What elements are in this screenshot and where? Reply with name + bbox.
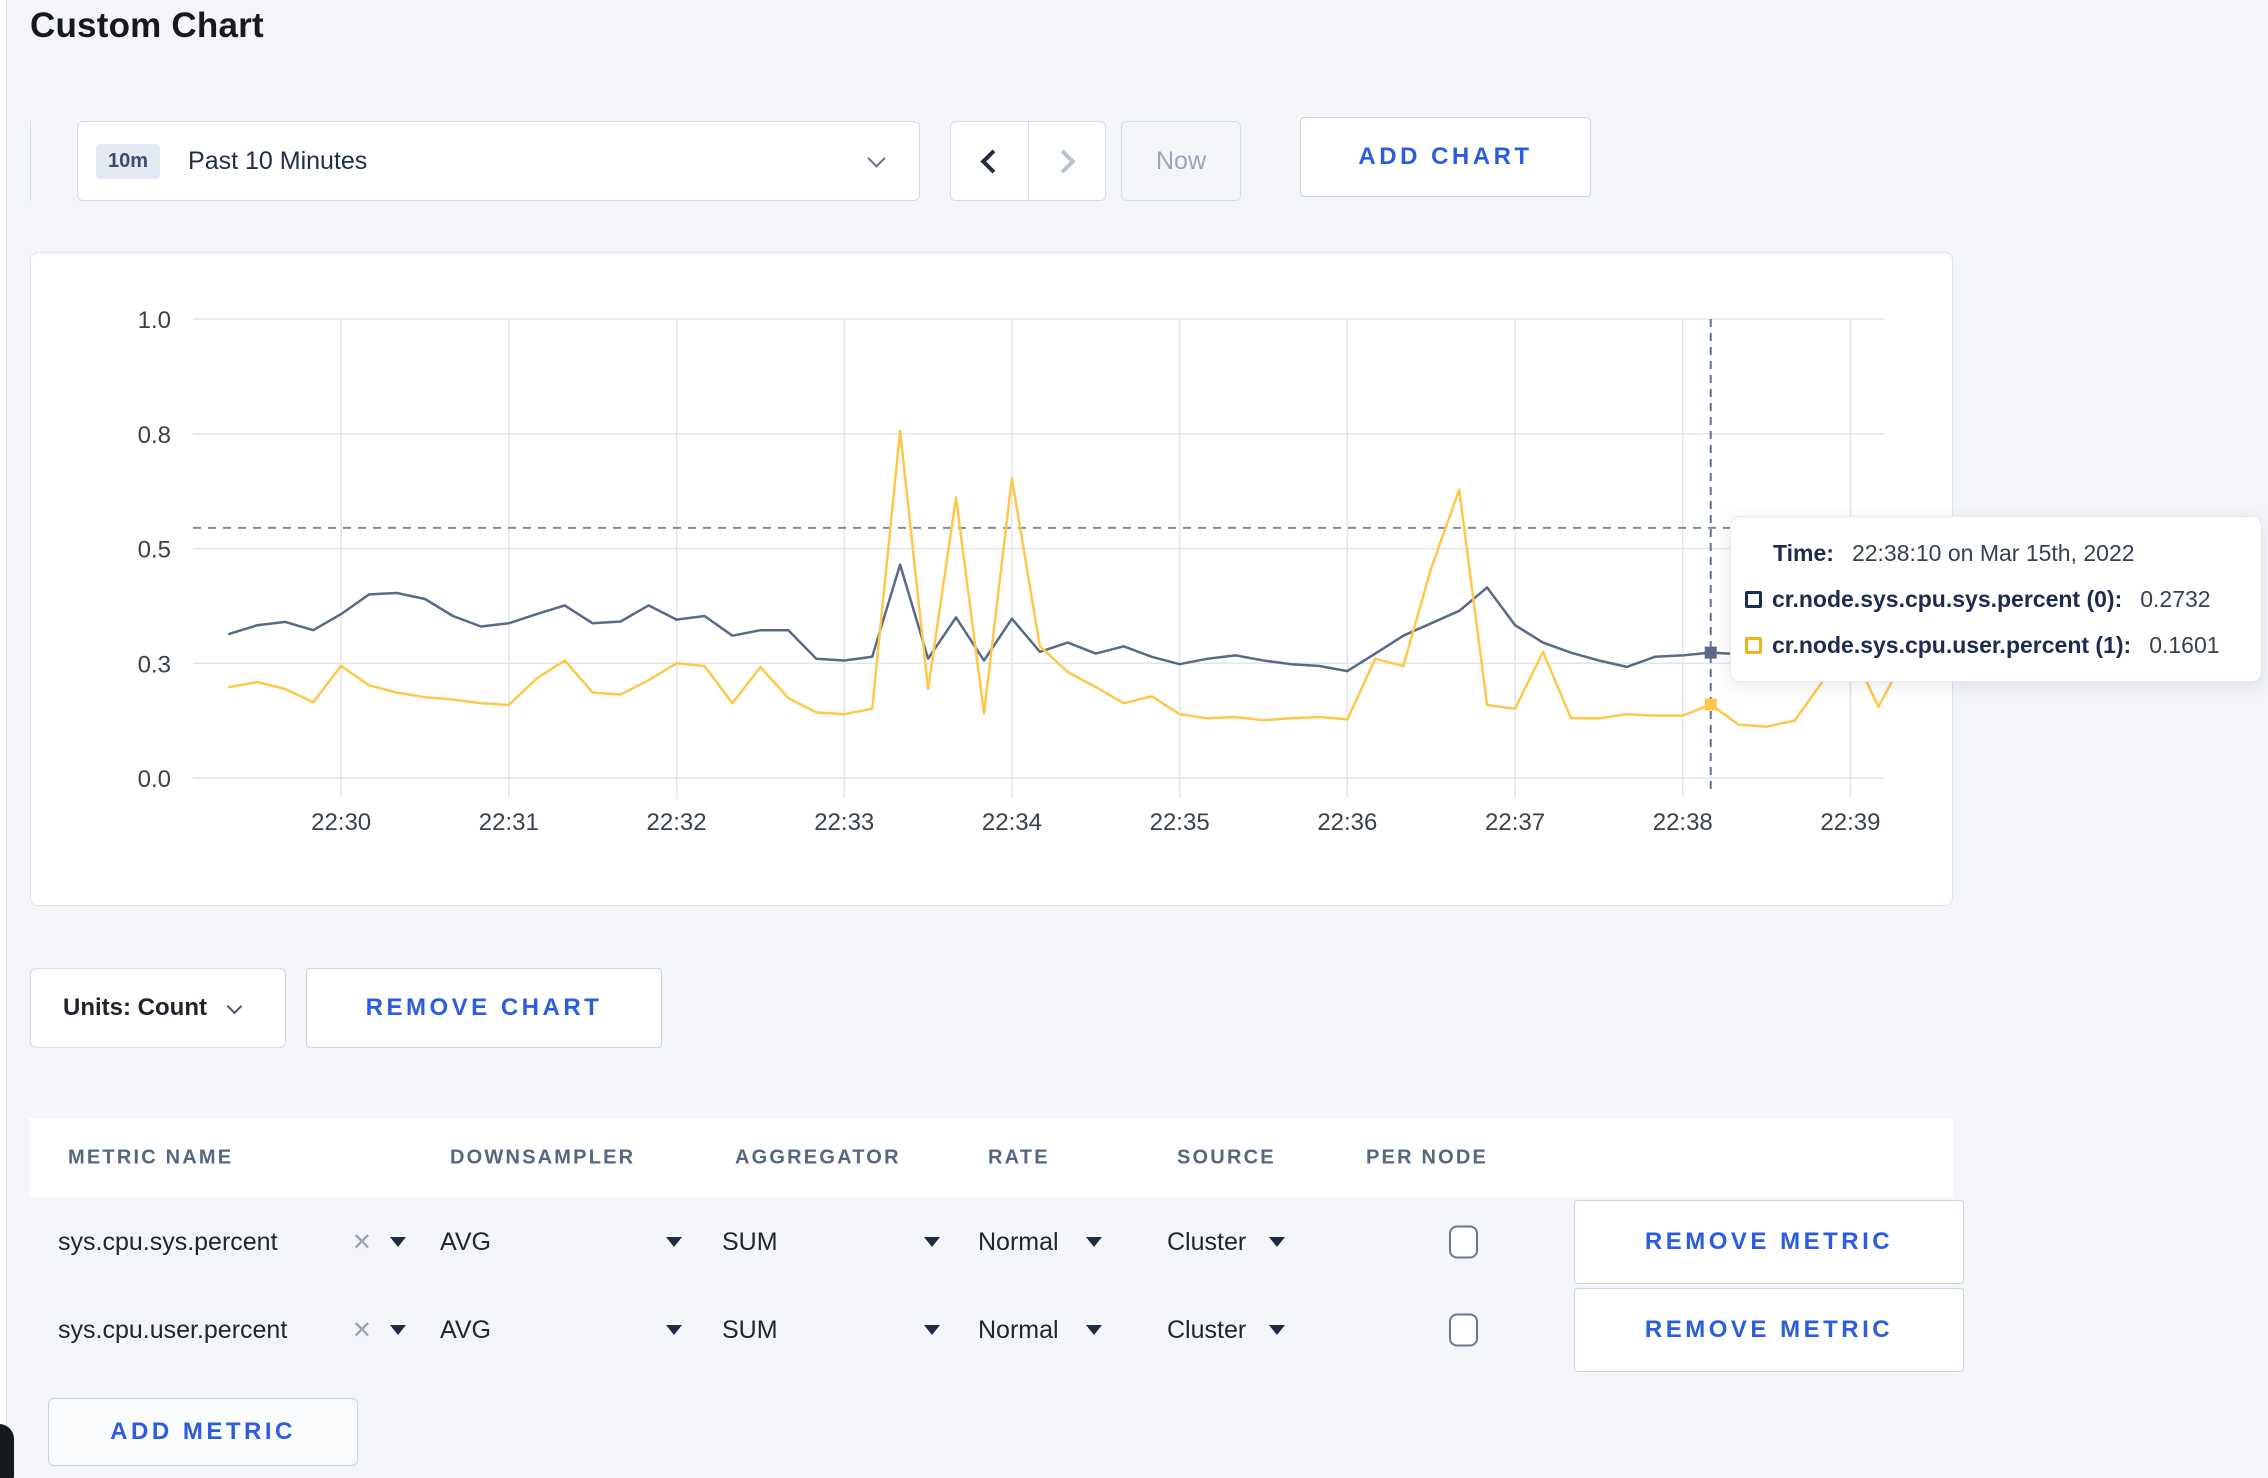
svg-text:0.8: 0.8 bbox=[138, 422, 171, 449]
prev-time-button[interactable] bbox=[951, 122, 1028, 200]
caret-down-icon bbox=[666, 1325, 682, 1335]
source-value: Cluster bbox=[1167, 1315, 1247, 1344]
svg-text:0.5: 0.5 bbox=[138, 537, 171, 564]
chart-tooltip: Time: 22:38:10 on Mar 15th, 2022 cr.node… bbox=[1730, 516, 2262, 682]
metric-name-select[interactable]: sys.cpu.sys.percent ✕ bbox=[58, 1200, 406, 1284]
caret-down-icon bbox=[390, 1237, 406, 1247]
metrics-table-header: METRIC NAME DOWNSAMPLER AGGREGATOR RATE … bbox=[29, 1118, 1953, 1197]
overlay-fragment bbox=[0, 1424, 14, 1478]
time-pager bbox=[950, 121, 1106, 201]
caret-down-icon bbox=[1269, 1237, 1285, 1247]
units-label: Units: Count bbox=[63, 994, 207, 1021]
custom-chart-page: Custom Chart 10m Past 10 Minutes Now ADD… bbox=[0, 0, 2268, 1478]
metric-name-select[interactable]: sys.cpu.user.percent ✕ bbox=[58, 1288, 406, 1372]
caret-down-icon bbox=[390, 1325, 406, 1335]
cpu-chart-plot[interactable]: 0.0 0.3 0.5 0.8 1.0 22:30 22:31 22:32 22:33 22:34… bbox=[31, 253, 1954, 907]
rate-value: Normal bbox=[978, 1227, 1059, 1256]
toolbar-divider bbox=[30, 121, 31, 201]
svg-text:22:32: 22:32 bbox=[647, 809, 707, 836]
rate-select[interactable]: Normal bbox=[978, 1288, 1102, 1372]
chevron-left-icon bbox=[980, 148, 1005, 174]
downsampler-select[interactable]: AVG bbox=[440, 1200, 682, 1284]
svg-text:22:31: 22:31 bbox=[479, 809, 539, 836]
time-window-dropdown[interactable]: 10m Past 10 Minutes bbox=[77, 121, 920, 201]
svg-text:22:36: 22:36 bbox=[1317, 809, 1377, 836]
window-edge bbox=[0, 0, 7, 1478]
now-button[interactable]: Now bbox=[1121, 121, 1241, 201]
caret-down-icon bbox=[1086, 1325, 1102, 1335]
tooltip-time-row: Time: 22:38:10 on Mar 15th, 2022 bbox=[1731, 530, 2261, 576]
rate-value: Normal bbox=[978, 1315, 1059, 1344]
remove-metric-button[interactable]: REMOVE METRIC bbox=[1574, 1200, 1964, 1284]
caret-down-icon bbox=[1269, 1325, 1285, 1335]
svg-text:22:33: 22:33 bbox=[814, 809, 874, 836]
tooltip-series-row: cr.node.sys.cpu.user.percent (1): 0.1601 bbox=[1731, 622, 2261, 668]
time-window-label: Past 10 Minutes bbox=[188, 146, 368, 175]
svg-text:22:30: 22:30 bbox=[311, 809, 371, 836]
caret-down-icon bbox=[924, 1237, 940, 1247]
caret-down-icon bbox=[1086, 1237, 1102, 1247]
downsampler-value: AVG bbox=[440, 1315, 491, 1344]
metric-row: sys.cpu.user.percent ✕ AVG SUM Normal Cl… bbox=[29, 1288, 1964, 1372]
tooltip-series-value: 0.1601 bbox=[2149, 631, 2220, 658]
svg-text:22:34: 22:34 bbox=[982, 809, 1042, 836]
tooltip-series-label: cr.node.sys.cpu.user.percent (1): bbox=[1772, 631, 2132, 658]
chevron-right-icon bbox=[1051, 148, 1076, 174]
svg-text:0.3: 0.3 bbox=[138, 651, 171, 678]
col-header-downsampler: DOWNSAMPLER bbox=[450, 1146, 636, 1168]
source-select[interactable]: Cluster bbox=[1167, 1288, 1285, 1372]
next-time-button[interactable] bbox=[1027, 122, 1106, 200]
tooltip-series-label: cr.node.sys.cpu.sys.percent (0): bbox=[1772, 585, 2123, 612]
per-node-checkbox[interactable] bbox=[1449, 1225, 1478, 1259]
svg-text:22:37: 22:37 bbox=[1485, 809, 1545, 836]
source-value: Cluster bbox=[1167, 1227, 1247, 1256]
col-header-source: SOURCE bbox=[1177, 1146, 1276, 1168]
clear-metric-icon[interactable]: ✕ bbox=[352, 1228, 372, 1257]
col-header-metric-name: METRIC NAME bbox=[68, 1146, 234, 1168]
metric-row: sys.cpu.sys.percent ✕ AVG SUM Normal Clu… bbox=[29, 1200, 1964, 1284]
svg-text:22:39: 22:39 bbox=[1820, 809, 1880, 836]
time-window-badge: 10m bbox=[96, 143, 161, 179]
tooltip-series-row: cr.node.sys.cpu.sys.percent (0): 0.2732 bbox=[1731, 576, 2261, 622]
svg-text:1.0: 1.0 bbox=[138, 307, 171, 334]
source-select[interactable]: Cluster bbox=[1167, 1200, 1285, 1284]
per-node-checkbox[interactable] bbox=[1449, 1313, 1478, 1347]
remove-chart-button[interactable]: REMOVE CHART bbox=[306, 968, 662, 1048]
chart-panel: 0.0 0.3 0.5 0.8 1.0 22:30 22:31 22:32 22:33 22:34… bbox=[30, 252, 1953, 906]
downsampler-select[interactable]: AVG bbox=[440, 1288, 682, 1372]
col-header-per-node: PER NODE bbox=[1366, 1146, 1489, 1168]
sys-series-swatch-icon bbox=[1745, 590, 1762, 608]
units-dropdown[interactable]: Units: Count bbox=[30, 968, 286, 1048]
metric-name-value: sys.cpu.sys.percent bbox=[58, 1227, 278, 1256]
svg-text:0.0: 0.0 bbox=[138, 766, 171, 793]
clear-metric-icon[interactable]: ✕ bbox=[352, 1316, 372, 1345]
caret-down-icon bbox=[924, 1325, 940, 1335]
add-metric-button[interactable]: ADD METRIC bbox=[48, 1398, 358, 1466]
downsampler-value: AVG bbox=[440, 1227, 491, 1256]
tooltip-time-value: 22:38:10 on Mar 15th, 2022 bbox=[1851, 539, 2135, 566]
col-header-aggregator: AGGREGATOR bbox=[735, 1146, 901, 1168]
aggregator-value: SUM bbox=[722, 1227, 778, 1256]
add-chart-button[interactable]: ADD CHART bbox=[1300, 117, 1591, 197]
tooltip-series-value: 0.2732 bbox=[2140, 585, 2211, 612]
page-title: Custom Chart bbox=[30, 6, 264, 45]
tooltip-time-label: Time: bbox=[1773, 539, 1834, 566]
rate-select[interactable]: Normal bbox=[978, 1200, 1102, 1284]
chevron-down-icon bbox=[867, 149, 886, 168]
col-header-rate: RATE bbox=[988, 1146, 1050, 1168]
caret-down-icon bbox=[666, 1237, 682, 1247]
svg-text:22:35: 22:35 bbox=[1150, 809, 1210, 836]
aggregator-select[interactable]: SUM bbox=[722, 1200, 940, 1284]
aggregator-value: SUM bbox=[722, 1315, 778, 1344]
aggregator-select[interactable]: SUM bbox=[722, 1288, 940, 1372]
remove-metric-button[interactable]: REMOVE METRIC bbox=[1574, 1288, 1964, 1372]
chevron-down-icon bbox=[226, 998, 243, 1014]
svg-text:22:38: 22:38 bbox=[1653, 809, 1713, 836]
metric-name-value: sys.cpu.user.percent bbox=[58, 1315, 288, 1344]
user-series-swatch-icon bbox=[1745, 636, 1762, 654]
